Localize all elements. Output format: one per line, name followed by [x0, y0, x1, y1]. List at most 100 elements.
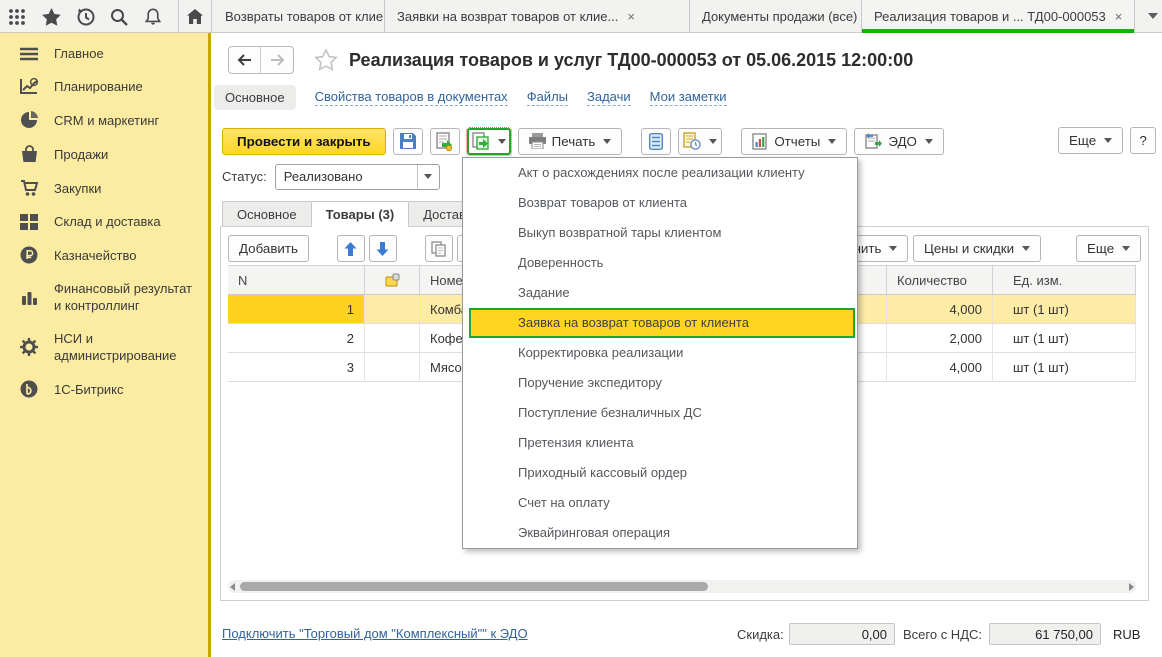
sidebar-item-finance[interactable]: Финансовый результат и контроллинг	[0, 272, 205, 322]
menu-item-return-request[interactable]: Заявка на возврат товаров от клиента	[469, 308, 855, 338]
edo-button[interactable]: ЭДО	[854, 127, 944, 155]
favorite-star-button[interactable]	[314, 48, 338, 71]
page-title: Реализация товаров и услуг ТД00-000053 о…	[349, 50, 914, 70]
help-label: ?	[1139, 133, 1147, 148]
nav-link-notes[interactable]: Мои заметки	[649, 89, 727, 106]
sidebar-item-warehouse[interactable]: Склад и доставка	[0, 205, 208, 238]
nav-link-item-properties[interactable]: Свойства товаров в документах	[314, 89, 508, 106]
menu-item-client-claim[interactable]: Претензия клиента	[463, 428, 857, 458]
menu-item-returnable-packaging[interactable]: Выкуп возвратной тары клиентом	[463, 218, 857, 248]
favorites-button[interactable]	[34, 0, 68, 33]
window-tab-return-requests[interactable]: Заявки на возврат товаров от клие... ×	[385, 0, 690, 33]
post-and-close-button[interactable]: Провести и закрыть	[222, 127, 386, 155]
print-button[interactable]: Печать	[517, 127, 623, 155]
menu-item-task[interactable]: Задание	[463, 278, 857, 308]
sidebar-item-main[interactable]: Главное	[0, 37, 208, 70]
sidebar-item-planning[interactable]: Планирование	[0, 70, 208, 103]
main-menu-button[interactable]	[0, 0, 34, 33]
sidebar-item-label: Главное	[54, 46, 104, 61]
chevron-down-icon	[424, 174, 433, 179]
add-row-button[interactable]: Добавить	[228, 235, 309, 262]
reports-button[interactable]: Отчеты	[741, 127, 848, 155]
column-header-n[interactable]: N	[228, 265, 365, 295]
sidebar-item-label: CRM и маркетинг	[54, 112, 160, 128]
window-tab-sales-documents[interactable]: Документы продажи (все) ×	[690, 0, 862, 33]
table-more-label: Еще	[1087, 241, 1115, 256]
column-header-quantity[interactable]: Количество	[887, 265, 993, 295]
sidebar-item-nsi-admin[interactable]: НСИ и администрирование	[0, 322, 205, 372]
chevron-down-icon	[1122, 246, 1131, 251]
sidebar-item-crm[interactable]: CRM и маркетинг	[0, 103, 208, 137]
sidebar-item-purchasing[interactable]: Закупки	[0, 171, 208, 205]
sidebar-item-bitrix[interactable]: 1С-Битрикс	[0, 372, 208, 406]
reminders-button[interactable]	[678, 127, 723, 155]
move-row-down-button[interactable]	[368, 235, 397, 262]
forward-arrow-icon	[270, 54, 285, 66]
prices-discounts-button[interactable]: Цены и скидки	[913, 235, 1042, 262]
search-button[interactable]	[102, 0, 136, 33]
menu-item-power-of-attorney[interactable]: Доверенность	[463, 248, 857, 278]
edo-exchange-icon	[865, 133, 883, 149]
copy-row-button[interactable]	[424, 235, 453, 262]
arrow-up-icon	[344, 241, 357, 256]
status-value: Реализовано	[283, 169, 363, 184]
row-number: 2	[228, 324, 365, 353]
move-row-up-button[interactable]	[336, 235, 365, 262]
report-chart-icon	[752, 132, 768, 150]
star-outline-icon	[314, 48, 338, 71]
post-document-button[interactable]	[429, 127, 460, 155]
menu-item-acquiring-operation[interactable]: Эквайринговая операция	[463, 518, 857, 548]
nav-main-chip[interactable]: Основное	[214, 84, 296, 110]
menu-item-sales-correction[interactable]: Корректировка реализации	[463, 338, 857, 368]
nav-link-tasks[interactable]: Задачи	[587, 89, 631, 106]
column-header-reserve[interactable]	[365, 265, 420, 295]
close-icon[interactable]: ×	[1115, 10, 1123, 23]
menu-item-goods-return[interactable]: Возврат товаров от клиента	[463, 188, 857, 218]
tab-overflow-chevron-icon[interactable]	[1148, 13, 1158, 19]
combo-dropdown-button[interactable]	[416, 164, 439, 189]
menu-item-cashless-receipt[interactable]: Поступление безналичных ДС	[463, 398, 857, 428]
menu-item-cash-receipt-order[interactable]: Приходный кассовый ордер	[463, 458, 857, 488]
more-button[interactable]: Еще	[1058, 127, 1124, 154]
sidebar-item-treasury[interactable]: Казначейство	[0, 238, 208, 272]
sidebar-item-label: Планирование	[54, 79, 143, 94]
status-combobox[interactable]: Реализовано	[274, 163, 440, 190]
discount-label: Скидка:	[737, 627, 784, 642]
back-button[interactable]	[229, 47, 261, 73]
window-tab-returns[interactable]: Возвраты товаров от клиентов ×	[213, 0, 385, 33]
total-label: Всего с НДС:	[903, 627, 983, 642]
help-button[interactable]: ?	[1130, 127, 1157, 154]
create-based-on-button[interactable]	[465, 126, 512, 156]
arrow-down-icon	[376, 241, 389, 256]
chevron-down-icon	[1104, 138, 1113, 143]
horizontal-scrollbar[interactable]	[228, 580, 1136, 593]
forward-button[interactable]	[261, 47, 293, 73]
scroll-right-icon[interactable]	[1129, 583, 1134, 591]
window-tab-sales-active[interactable]: Реализация товаров и ... ТД00-000053 ×	[862, 0, 1135, 33]
home-tab[interactable]	[178, 0, 212, 33]
column-header-unit[interactable]: Ед. изм.	[993, 265, 1136, 295]
tab-goods[interactable]: Товары (3)	[310, 201, 410, 227]
chevron-down-icon	[709, 138, 718, 144]
chevron-down-icon	[497, 138, 506, 144]
window-tab-label: Заявки на возврат товаров от клие...	[397, 9, 619, 24]
scrollbar-thumb[interactable]	[240, 582, 708, 591]
history-button[interactable]	[68, 0, 102, 33]
row-number: 1	[228, 295, 365, 324]
menu-item-forwarder-order[interactable]: Поручение экспедитору	[463, 368, 857, 398]
notifications-button[interactable]	[136, 0, 170, 33]
prices-discounts-label: Цены и скидки	[924, 241, 1015, 256]
menu-item-invoice[interactable]: Счет на оплату	[463, 488, 857, 518]
home-icon	[186, 8, 204, 25]
save-button[interactable]	[392, 127, 423, 155]
table-more-button[interactable]: Еще	[1076, 235, 1142, 262]
menu-item-discrepancy-act[interactable]: Акт о расхождениях после реализации клие…	[463, 158, 857, 188]
nav-link-files[interactable]: Файлы	[526, 89, 568, 106]
row-quantity: 4,000	[887, 295, 993, 324]
scroll-left-icon[interactable]	[230, 583, 235, 591]
sidebar-item-sales[interactable]: Продажи	[0, 137, 208, 171]
tab-main[interactable]: Основное	[222, 201, 312, 227]
document-structure-button[interactable]	[641, 127, 672, 155]
close-icon[interactable]: ×	[627, 10, 635, 23]
connect-edo-link[interactable]: Подключить "Торговый дом "Комплексный"" …	[222, 626, 528, 641]
